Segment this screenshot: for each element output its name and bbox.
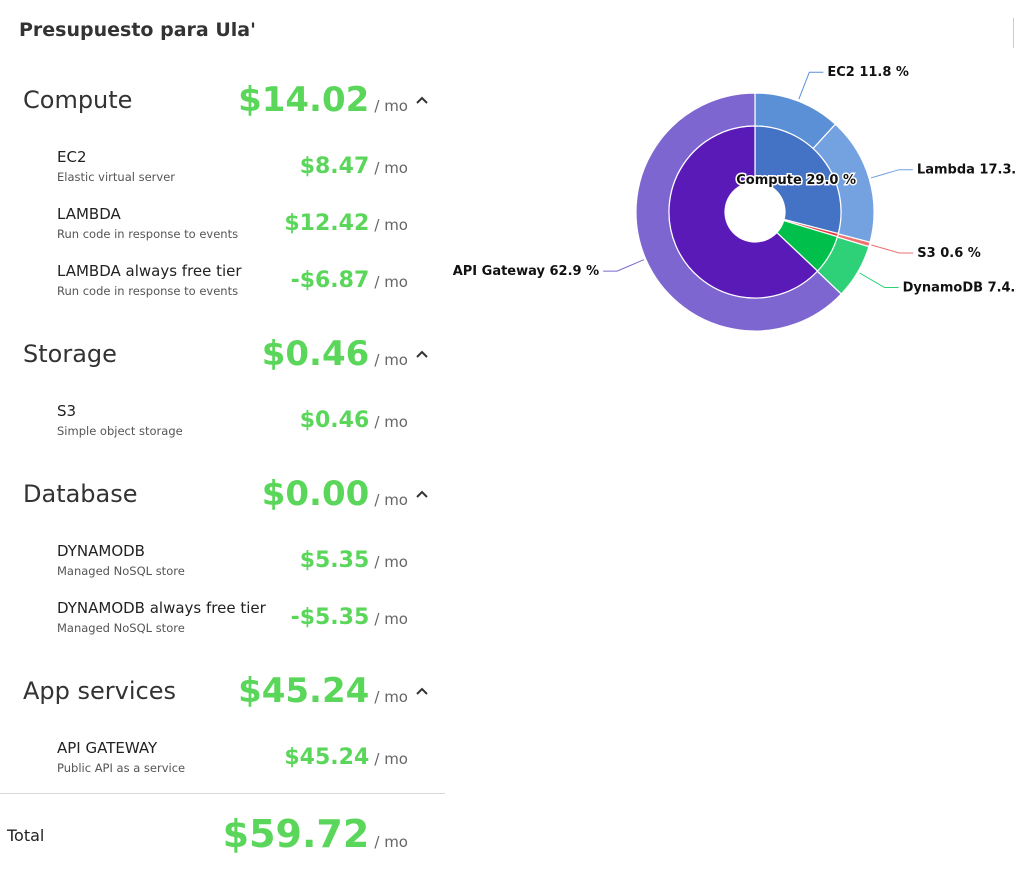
category-price: $14.02 / mo (238, 80, 408, 120)
service-name: DYNAMODB (57, 542, 145, 560)
cost-breakdown-chart: EC2 11.8 % Lambda 17.3… S3 0.6 % DynamoDB 7… (453, 65, 1016, 332)
service-row-dynamodb: DYNAMODB Managed NoSQL store $5.35 / mo (0, 542, 445, 592)
category-header-database[interactable]: Database $0.00 / mo (0, 464, 445, 524)
leader-line-dynamodb (859, 272, 899, 289)
label-api-gateway: API Gateway 62.9 % (453, 264, 599, 279)
service-name: DYNAMODB always free tier (57, 599, 266, 617)
category-name: App services (23, 677, 176, 705)
service-price: $45.24 / mo (284, 745, 408, 770)
service-price: $5.35 / mo (299, 548, 408, 573)
service-description: Run code in response to events (57, 284, 239, 298)
service-row-ec2: EC2 Elastic virtual server $8.47 / mo (0, 148, 445, 198)
chevron-up-icon[interactable] (415, 686, 429, 696)
service-price: -$6.87 / mo (290, 268, 408, 293)
leader-line-api-gateway (603, 259, 644, 272)
service-row-s3: S3 Simple object storage $0.46 / mo (0, 402, 445, 452)
service-description: Managed NoSQL store (57, 621, 185, 635)
chevron-up-icon[interactable] (415, 95, 429, 105)
label-dynamodb: DynamoDB 7.4… (903, 281, 1016, 296)
category-name: Database (23, 480, 138, 508)
label-s3: S3 0.6 % (917, 246, 981, 261)
category-name: Compute (23, 86, 133, 114)
service-price: -$5.35 / mo (290, 605, 408, 630)
category-header-compute[interactable]: Compute $14.02 / mo (0, 70, 445, 130)
total-divider (0, 793, 445, 794)
label-compute: Compute 29.0 % (736, 173, 856, 188)
category-price: $0.00 / mo (261, 474, 408, 514)
scrollbar[interactable] (1013, 18, 1014, 48)
service-row-lambda: LAMBDA Run code in response to events $1… (0, 205, 445, 255)
service-price: $0.46 / mo (299, 408, 408, 433)
total-price: $59.72 / mo (222, 812, 408, 856)
total-label: Total (7, 826, 45, 845)
service-name: API GATEWAY (57, 739, 158, 757)
service-description: Run code in response to events (57, 227, 239, 241)
leader-line-lambda (870, 169, 913, 179)
service-row-dynamodb-free-tier: DYNAMODB always free tier Managed NoSQL … (0, 599, 445, 649)
service-name: LAMBDA (57, 205, 121, 223)
leader-line-s3 (871, 244, 914, 254)
label-lambda: Lambda 17.3… (917, 163, 1016, 178)
chevron-up-icon[interactable] (415, 349, 429, 359)
service-name: S3 (57, 402, 77, 420)
label-ec2: EC2 11.8 % (827, 65, 909, 80)
service-name: EC2 (57, 148, 87, 166)
service-price: $12.42 / mo (284, 211, 408, 236)
inner-ring (668, 125, 842, 299)
service-description: Public API as a service (57, 761, 186, 775)
category-header-app-services[interactable]: App services $45.24 / mo (0, 661, 445, 721)
category-header-storage[interactable]: Storage $0.46 / mo (0, 324, 445, 384)
leader-line-ec2 (798, 71, 824, 100)
service-description: Elastic virtual server (57, 170, 176, 184)
service-name: LAMBDA always free tier (57, 262, 242, 280)
category-price: $45.24 / mo (238, 671, 408, 711)
service-price: $8.47 / mo (299, 154, 408, 179)
service-description: Simple object storage (57, 424, 183, 438)
category-name: Storage (23, 340, 117, 368)
category-price: $0.46 / mo (261, 334, 408, 374)
budget-panel: Compute $14.02 / mo EC2 Elastic virtual … (0, 0, 445, 872)
service-row-lambda-free-tier: LAMBDA always free tier Run code in resp… (0, 262, 445, 312)
service-row-api-gateway: API GATEWAY Public API as a service $45.… (0, 739, 445, 789)
chevron-up-icon[interactable] (415, 489, 429, 499)
service-description: Managed NoSQL store (57, 564, 185, 578)
